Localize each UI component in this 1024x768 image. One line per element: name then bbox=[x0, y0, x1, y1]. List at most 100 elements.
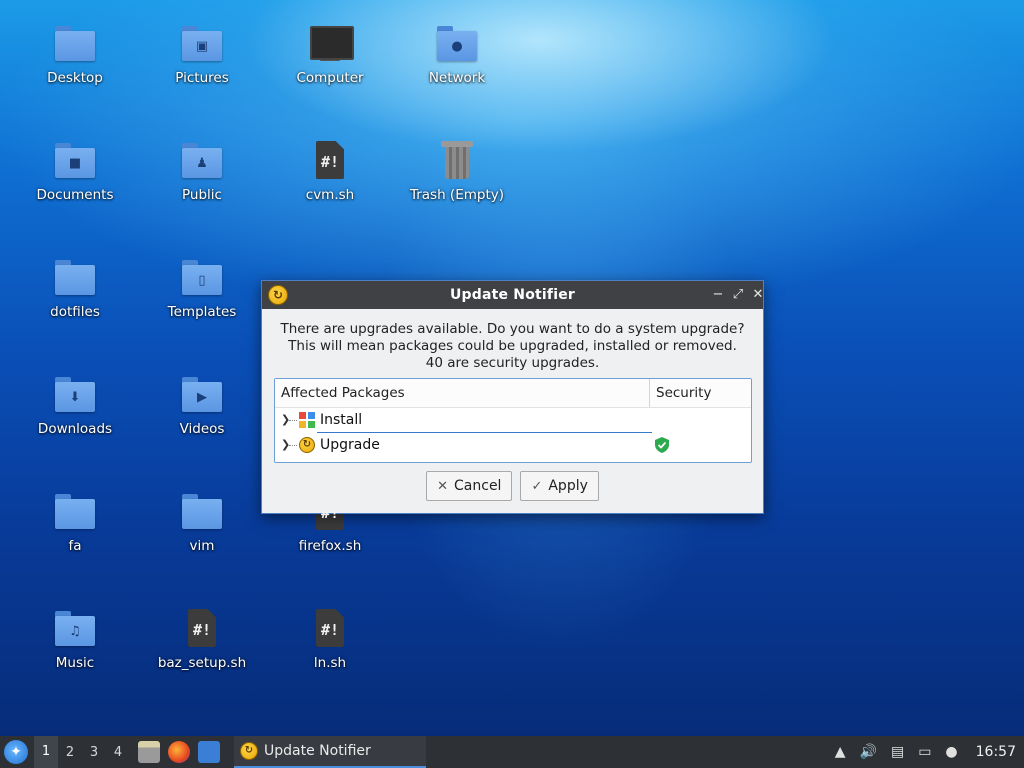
cancel-icon: ✕ bbox=[437, 478, 449, 494]
computer-icon bbox=[308, 22, 354, 66]
row-label: Upgrade bbox=[320, 437, 380, 453]
icon-label: Computer bbox=[296, 70, 364, 86]
icon-label: ln.sh bbox=[313, 655, 347, 671]
icon-label: Templates bbox=[167, 304, 237, 320]
desktop-icon-templates[interactable]: ▯ Templates bbox=[147, 256, 257, 320]
column-header-affected-packages[interactable]: Affected Packages bbox=[275, 379, 650, 407]
desktop-icon-fa[interactable]: fa bbox=[20, 490, 130, 554]
install-icon bbox=[299, 412, 315, 428]
desktop-icon-trash[interactable]: Trash (Empty) bbox=[402, 139, 512, 203]
message-line: 40 are security upgrades. bbox=[425, 355, 600, 371]
icon-label: Trash (Empty) bbox=[409, 187, 505, 203]
script-file-icon: #! bbox=[180, 607, 224, 651]
icon-label: Music bbox=[55, 655, 95, 671]
checkmark-icon: ✓ bbox=[531, 478, 543, 494]
desktop-icon-public[interactable]: ♟ Public bbox=[147, 139, 257, 203]
packages-tree: Affected Packages Security ❯ Install ❯ ↻… bbox=[274, 378, 752, 463]
folder-icon bbox=[53, 22, 97, 66]
cancel-button-label: Cancel bbox=[454, 478, 502, 494]
maximize-icon[interactable]: ⤢ bbox=[728, 285, 748, 305]
desktop-icon-downloads[interactable]: ⬇ Downloads bbox=[20, 373, 130, 437]
videos-folder-icon: ▶ bbox=[180, 373, 224, 417]
desktop-icon-videos[interactable]: ▶ Videos bbox=[147, 373, 257, 437]
message-line: There are upgrades available. Do you wan… bbox=[280, 321, 745, 337]
desktop-icon-baz-setup-sh[interactable]: #! baz_setup.sh bbox=[147, 607, 257, 671]
desktop-icon-cvm-sh[interactable]: #! cvm.sh bbox=[275, 139, 385, 203]
tree-branch-line bbox=[289, 445, 297, 446]
icon-label: dotfiles bbox=[50, 304, 100, 320]
script-file-icon: #! bbox=[308, 139, 352, 183]
icon-label: Documents bbox=[36, 187, 114, 203]
icon-label: Pictures bbox=[175, 70, 229, 86]
desktop-icon-documents[interactable]: ■ Documents bbox=[20, 139, 130, 203]
apply-button-label: Apply bbox=[548, 478, 588, 494]
taskbar: ✦ 1 2 3 4 ↻ Update Notifier ▲ 🔊 ▤ ▭ ● 16… bbox=[0, 736, 1024, 768]
dialog-titlebar[interactable]: ↻ Update Notifier − ⤢ ✕ bbox=[262, 281, 763, 309]
cancel-button[interactable]: ✕ Cancel bbox=[426, 471, 513, 501]
firefox-launcher-icon[interactable] bbox=[168, 741, 190, 763]
tree-branch-line bbox=[289, 420, 297, 421]
tree-row-upgrade[interactable]: ❯ ↻ Upgrade bbox=[275, 433, 751, 458]
icon-label: vim bbox=[189, 538, 215, 554]
icon-label: Network bbox=[428, 70, 486, 86]
folder-icon bbox=[180, 490, 224, 534]
clock[interactable]: 16:57 bbox=[976, 744, 1016, 760]
minimize-icon[interactable]: − bbox=[708, 285, 728, 305]
file-manager-launcher-icon[interactable] bbox=[138, 741, 160, 763]
update-notifier-dialog: ↻ Update Notifier − ⤢ ✕ There are upgrad… bbox=[261, 280, 764, 514]
dialog-title: Update Notifier bbox=[449, 287, 576, 303]
desktop-icon-music[interactable]: ♫ Music bbox=[20, 607, 130, 671]
network-icon[interactable]: ▭ bbox=[918, 744, 931, 760]
update-notification-icon[interactable]: ● bbox=[945, 744, 957, 760]
desktop-icon-vim[interactable]: vim bbox=[147, 490, 257, 554]
tray-expander-icon[interactable]: ▲ bbox=[835, 744, 846, 760]
message-line: This will mean packages could be upgrade… bbox=[288, 338, 737, 354]
system-tray: ▲ 🔊 ▤ ▭ ● 16:57 bbox=[835, 744, 1024, 760]
clipboard-icon[interactable]: ▤ bbox=[891, 744, 904, 760]
column-header-security[interactable]: Security bbox=[650, 379, 751, 407]
desktop-icon-computer[interactable]: Computer bbox=[275, 22, 385, 86]
icon-label: Desktop bbox=[47, 70, 103, 86]
dialog-buttons: ✕ Cancel ✓ Apply bbox=[262, 471, 763, 501]
public-folder-icon: ♟ bbox=[180, 139, 224, 183]
upgrade-icon: ↻ bbox=[299, 437, 315, 453]
downloads-folder-icon: ⬇ bbox=[53, 373, 97, 417]
trash-icon bbox=[435, 139, 479, 183]
task-label: Update Notifier bbox=[264, 743, 371, 759]
script-file-icon: #! bbox=[308, 607, 352, 651]
workspace-3[interactable]: 3 bbox=[82, 745, 106, 760]
templates-folder-icon: ▯ bbox=[180, 256, 224, 300]
folder-icon bbox=[53, 490, 97, 534]
workspace-1[interactable]: 1 bbox=[34, 736, 58, 768]
icon-label: fa bbox=[68, 538, 82, 554]
workspace-2[interactable]: 2 bbox=[58, 745, 82, 760]
documents-folder-icon: ■ bbox=[53, 139, 97, 183]
icon-label: Videos bbox=[179, 421, 225, 437]
update-notifier-app-icon: ↻ bbox=[240, 742, 258, 760]
dialog-message: There are upgrades available. Do you wan… bbox=[262, 321, 763, 372]
row-label: Install bbox=[320, 412, 363, 428]
desktop-icon-ln-sh[interactable]: #! ln.sh bbox=[275, 607, 385, 671]
close-icon[interactable]: ✕ bbox=[748, 285, 768, 305]
volume-icon[interactable]: 🔊 bbox=[860, 744, 877, 760]
taskbar-task-update-notifier[interactable]: ↻ Update Notifier bbox=[234, 736, 426, 768]
security-shield-icon bbox=[655, 437, 669, 453]
update-notifier-app-icon: ↻ bbox=[268, 285, 288, 305]
desktop-icon-network[interactable]: ● Network bbox=[402, 22, 512, 86]
start-menu-icon[interactable]: ✦ bbox=[4, 740, 28, 764]
tree-row-install[interactable]: ❯ Install bbox=[275, 408, 751, 433]
desktop-icon-pictures[interactable]: ▣ Pictures bbox=[147, 22, 257, 86]
icon-label: baz_setup.sh bbox=[157, 655, 247, 671]
desktop-icon-dotfiles[interactable]: dotfiles bbox=[20, 256, 130, 320]
folder-icon bbox=[53, 256, 97, 300]
icon-label: cvm.sh bbox=[305, 187, 355, 203]
icon-label: Downloads bbox=[37, 421, 113, 437]
desktop-icon-desktop[interactable]: Desktop bbox=[20, 22, 130, 86]
icon-label: firefox.sh bbox=[298, 538, 362, 554]
workspace-4[interactable]: 4 bbox=[106, 745, 130, 760]
apply-button[interactable]: ✓ Apply bbox=[520, 471, 599, 501]
tree-header: Affected Packages Security bbox=[275, 379, 751, 408]
show-desktop-icon[interactable] bbox=[198, 741, 220, 763]
network-folder-icon: ● bbox=[435, 22, 479, 66]
pictures-folder-icon: ▣ bbox=[180, 22, 224, 66]
